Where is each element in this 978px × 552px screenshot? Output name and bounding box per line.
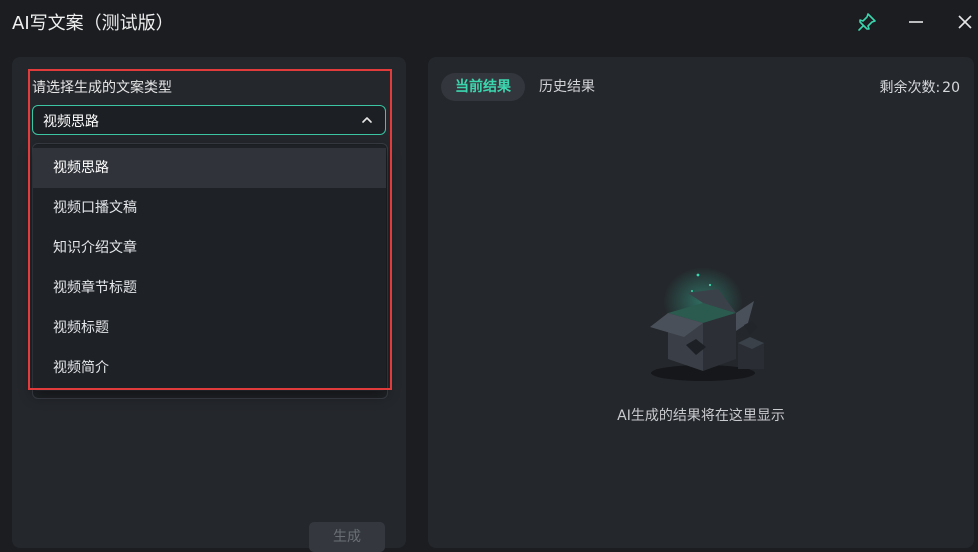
minimize-button[interactable] [902,8,930,36]
left-panel: 请选择生成的文案类型 视频思路 视频思路 视频口播文稿 知识介绍文章 视频章节标… [12,57,406,552]
option-video-intro[interactable]: 视频简介 [33,348,386,388]
right-panel: 当前结果 历史结果 剩余次数: 20 AI生成的结果将在这里显示 [428,57,974,548]
tab-current-result[interactable]: 当前结果 [441,73,525,101]
result-tabs: 当前结果 历史结果 [441,73,609,101]
close-button[interactable] [951,8,978,36]
title-bar: AI写文案（测试版） [0,0,978,44]
empty-state-text: AI生成的结果将在这里显示 [617,408,785,424]
remaining-count: 剩余次数: 20 [877,77,960,97]
pin-button[interactable] [853,8,881,36]
remaining-label: 剩余次数: [879,80,941,96]
option-video-idea[interactable]: 视频思路 [33,148,386,188]
minimize-icon [909,21,923,23]
pin-icon [858,13,876,31]
select-value: 视频思路 [43,114,99,130]
chevron-up-icon [362,117,372,123]
copy-type-dropdown: 视频思路 视频口播文稿 知识介绍文章 视频章节标题 视频标题 视频简介 [33,145,386,391]
empty-box-icon [650,267,764,381]
select-label: 请选择生成的文案类型 [32,80,172,96]
tab-history-result[interactable]: 历史结果 [525,73,609,101]
option-chapter-titles[interactable]: 视频章节标题 [33,268,386,308]
option-knowledge-article[interactable]: 知识介绍文章 [33,228,386,268]
copy-type-select[interactable]: 视频思路 [32,105,386,135]
option-video-script[interactable]: 视频口播文稿 [33,188,386,228]
remaining-value: 20 [942,80,960,96]
option-video-title[interactable]: 视频标题 [33,308,386,348]
window-title: AI写文案（测试版） [12,13,174,34]
close-icon [958,15,972,29]
